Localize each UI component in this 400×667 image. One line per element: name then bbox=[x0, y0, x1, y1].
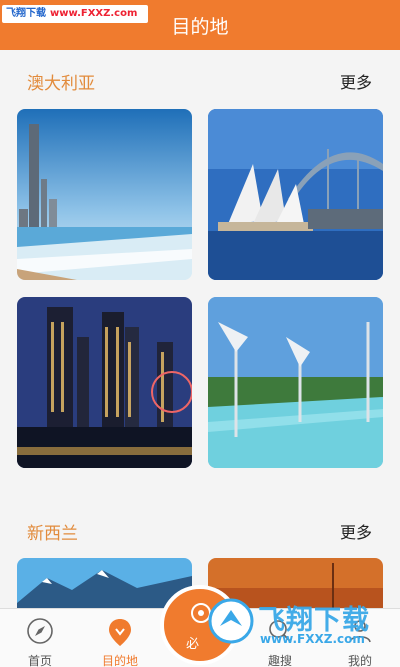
location-pin-icon bbox=[106, 617, 134, 651]
compass-icon bbox=[26, 617, 54, 649]
opera-house-photo bbox=[208, 109, 383, 280]
top-header: 目的地 飞翔下载 www.FXXZ.com bbox=[0, 0, 400, 50]
tab-label: 趣搜 bbox=[267, 654, 292, 667]
watermark-site-url: www.FXXZ.com bbox=[50, 8, 138, 19]
destination-card[interactable] bbox=[17, 297, 192, 468]
destination-card[interactable] bbox=[208, 109, 383, 280]
watermark-site-name: 飞翔下载 bbox=[6, 8, 46, 19]
tab-destination[interactable]: 目的地 bbox=[85, 609, 155, 667]
more-link[interactable]: 更多 bbox=[340, 519, 372, 543]
night-city-photo bbox=[17, 297, 192, 468]
section-header-new-zealand: 新西兰 更多 bbox=[0, 510, 400, 550]
section-title: 新西兰 bbox=[27, 524, 78, 544]
watermark-logo-icon bbox=[208, 598, 254, 648]
section-title: 澳大利亚 bbox=[27, 74, 95, 94]
more-link[interactable]: 更多 bbox=[340, 69, 372, 93]
watermark-logo: 飞翔下载 www.FXXZ.com bbox=[200, 590, 395, 650]
tab-label: 首页 bbox=[27, 654, 52, 667]
section-header-australia: 澳大利亚 更多 bbox=[0, 60, 400, 100]
lagoon-sculpture-photo bbox=[208, 297, 383, 468]
destination-card[interactable] bbox=[208, 297, 383, 468]
watermark-badge: 飞翔下载 www.FXXZ.com bbox=[2, 5, 148, 23]
tab-label: 目的地 bbox=[101, 654, 138, 667]
tab-label: 我的 bbox=[347, 654, 372, 667]
watermark-site-url: www.FXXZ.com bbox=[260, 632, 365, 646]
center-action-label: 必 bbox=[186, 637, 200, 652]
destination-card[interactable] bbox=[17, 109, 192, 280]
beach-skyline-photo bbox=[17, 109, 192, 280]
tab-home[interactable]: 首页 bbox=[5, 609, 75, 667]
